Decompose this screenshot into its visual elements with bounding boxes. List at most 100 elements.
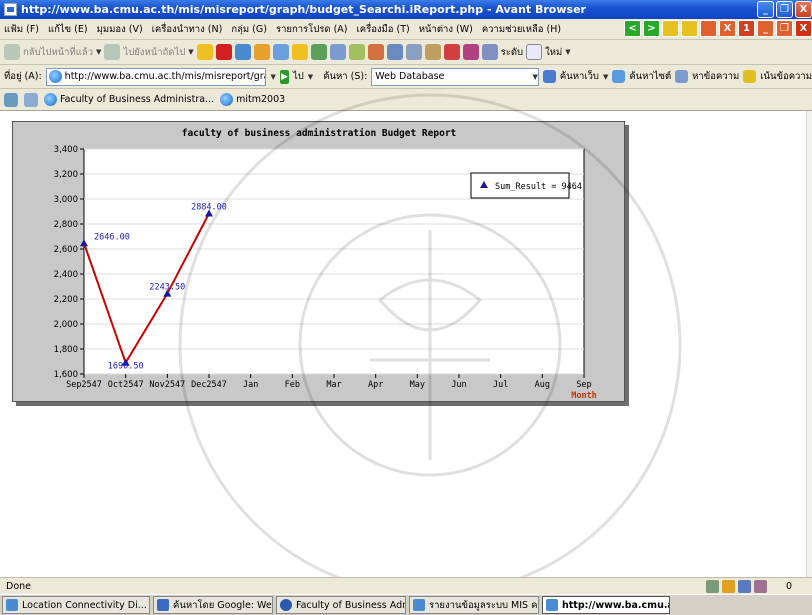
tools-icon[interactable] (348, 44, 365, 60)
chevron-down-icon[interactable]: ▼ (565, 48, 570, 56)
address-dropdown-icon[interactable]: ▼ (270, 73, 275, 81)
chevron-down-icon[interactable]: ▼ (603, 73, 608, 81)
tab-back-button[interactable]: < (624, 20, 641, 37)
web-search-icon[interactable] (542, 70, 556, 83)
new-label: ใหม่ (545, 46, 563, 58)
taskbar-item-active[interactable]: http://www.ba.cmu.a... (542, 596, 670, 614)
close-tabs-button[interactable]: X (719, 20, 736, 37)
tab-faculty-label: Faculty of Business Administra... (60, 94, 215, 105)
tab-group-icon[interactable] (24, 92, 38, 107)
data-label: 2646.00 (94, 232, 130, 242)
tab-close-button[interactable]: X (795, 20, 812, 37)
ie-icon (6, 599, 18, 611)
highlight-icon[interactable] (743, 70, 757, 83)
x-axis-title: Month (571, 391, 597, 401)
new-button[interactable]: ใหม่ ▼ (526, 44, 571, 60)
x-tick-label: Jun (451, 380, 466, 390)
vertical-scrollbar[interactable] (806, 111, 812, 577)
refresh-icon[interactable] (196, 44, 213, 60)
y-tick-label: 2,400 (54, 270, 78, 280)
go-dropdown-icon[interactable]: ▼ (308, 73, 313, 81)
x-tick-label: Sep (576, 380, 591, 390)
layout-icon[interactable] (329, 44, 346, 60)
back-button[interactable]: กลับไปหน้าที่แล้ว ▼ (4, 44, 101, 60)
menu-view[interactable]: มุมมอง (V) (97, 22, 143, 37)
x-tick-label: Dec2547 (191, 380, 227, 390)
address-input[interactable]: http://www.ba.cmu.ac.th/mis/misreport/gr… (45, 67, 267, 86)
menu-edit[interactable]: แก้ไข (E) (48, 22, 88, 37)
tile-icon[interactable] (662, 20, 679, 37)
minimize-button[interactable]: _ (757, 1, 774, 18)
edit-icon[interactable] (386, 44, 403, 60)
menu-group[interactable]: กลุ่ม (G) (231, 22, 267, 37)
taskbar-item-faculty[interactable]: Faculty of Business Admi... (276, 596, 406, 614)
messenger-icon[interactable] (424, 44, 441, 60)
x-tick-label: Aug (535, 380, 550, 390)
find-text-button[interactable]: หาข้อความ (692, 69, 739, 84)
web-search-button[interactable]: ค้นหาเว็บ (560, 69, 599, 84)
y-tick-label: 3,200 (54, 170, 78, 180)
taskbar-item-google[interactable]: ค้นหาโดย Google: Web ... (153, 596, 273, 614)
page-icon (44, 93, 57, 106)
menu-file[interactable]: แฟ้ม (F) (4, 22, 39, 37)
favorites-icon[interactable] (291, 44, 308, 60)
browser-app-icon[interactable] (4, 3, 17, 16)
chart-title: faculty of business administration Budge… (182, 128, 457, 139)
tab-level-button[interactable]: ระดับ (481, 44, 523, 60)
tab-list-icon[interactable] (4, 92, 18, 107)
quick-tools: < > X 1 _ ❐ X (624, 20, 812, 37)
close-button[interactable]: X (795, 1, 812, 18)
menu-favorites[interactable]: รายการโปรด (A) (276, 22, 348, 37)
legend-label: Sum_Result = 9464 (495, 182, 582, 192)
go-arrow-icon[interactable]: ▶ (279, 69, 289, 84)
history-icon[interactable] (253, 44, 270, 60)
tab-level-icon (481, 44, 498, 60)
mail-icon[interactable] (367, 44, 384, 60)
site-search-button[interactable]: ค้นหาไซต์ (629, 69, 671, 84)
popup-icon[interactable] (737, 580, 751, 593)
search-icon[interactable] (272, 44, 289, 60)
page-icon (220, 93, 234, 106)
site-search-icon[interactable] (612, 70, 626, 83)
maximize-button[interactable]: ❐ (776, 1, 793, 18)
back-arrow-icon (4, 44, 20, 60)
search-dropdown-icon[interactable]: ▼ (532, 73, 537, 81)
tab-minimize-button[interactable]: _ (757, 20, 774, 37)
print-icon[interactable] (405, 44, 422, 60)
taskbar-item-label: Faculty of Business Admi... (296, 599, 405, 611)
home-icon[interactable] (234, 44, 251, 60)
ads-icon[interactable] (753, 580, 767, 593)
stop-icon[interactable] (215, 44, 232, 60)
go-button[interactable]: ไป (293, 69, 304, 84)
flash-blocker-icon[interactable] (462, 44, 479, 60)
tab-faculty[interactable]: Faculty of Business Administra... (44, 93, 214, 106)
menu-window[interactable]: หน้าต่าง (W) (419, 22, 473, 37)
restore-tabs-icon[interactable] (700, 20, 717, 37)
menu-navigate[interactable]: เครื่องนำทาง (N) (152, 22, 223, 37)
page-icon (48, 70, 62, 83)
chevron-down-icon[interactable]: ▼ (96, 48, 101, 56)
flash-icon[interactable] (721, 580, 735, 593)
page-content: faculty of business administration Budge… (0, 111, 812, 577)
security-icon[interactable] (705, 580, 719, 593)
forward-button[interactable]: ไปยังหน้าถัดไป ▼ (104, 44, 194, 60)
media-icon[interactable] (310, 44, 327, 60)
taskbar-item-mis[interactable]: รายงานข้อมูลระบบ MIS ค... (409, 596, 539, 614)
y-tick-label: 3,000 (54, 195, 78, 205)
highlight-button[interactable]: เน้นข้อความ (760, 69, 812, 84)
tab-restore-button[interactable]: ❐ (776, 20, 793, 37)
chevron-down-icon[interactable]: ▼ (188, 48, 193, 56)
cascade-icon[interactable] (681, 20, 698, 37)
menu-help[interactable]: ความช่วยเหลือ (H) (482, 22, 561, 37)
single-tab-button[interactable]: 1 (738, 20, 755, 37)
search-input[interactable]: Web Database ▼ (371, 67, 539, 86)
tab-mitm[interactable]: mitm2003 (220, 93, 285, 106)
popup-blocker-icon[interactable] (443, 44, 460, 60)
window-controls: _ ❐ X (757, 1, 812, 18)
tab-bar: Faculty of Business Administra... mitm20… (0, 89, 812, 111)
taskbar-item-location[interactable]: Location Connectivity Di... (2, 596, 150, 614)
tab-forward-button[interactable]: > (643, 20, 660, 37)
find-text-icon[interactable] (675, 70, 689, 83)
menu-tools[interactable]: เครื่องมือ (T) (357, 22, 410, 37)
y-tick-label: 3,400 (54, 145, 78, 155)
